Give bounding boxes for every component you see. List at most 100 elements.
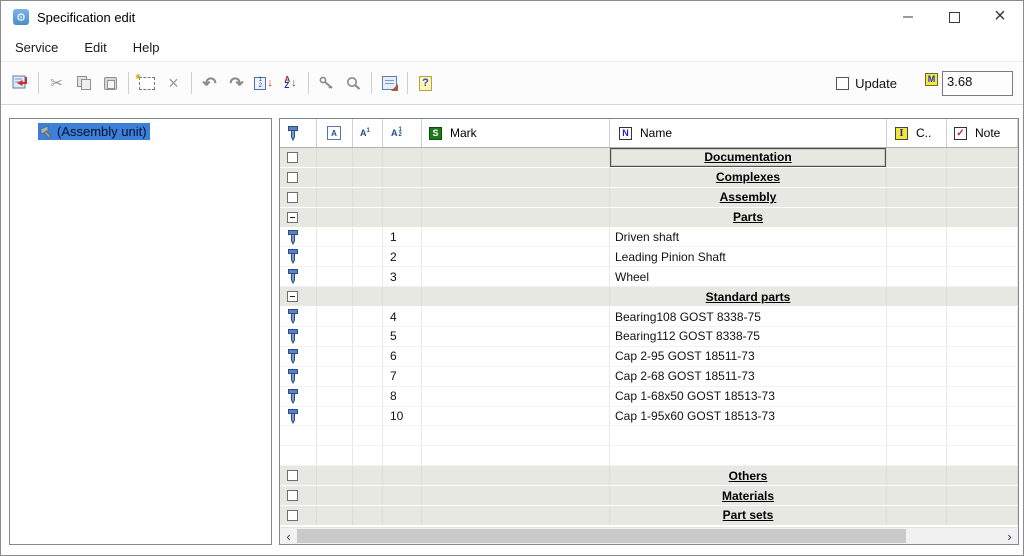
cell-a1 (353, 287, 383, 306)
minimize-button[interactable] (885, 1, 931, 33)
cell-pos (383, 188, 422, 207)
section-checkbox[interactable] (287, 470, 298, 481)
menu-service[interactable]: Service (11, 37, 62, 58)
edit-layout-button[interactable] (7, 70, 34, 96)
cut-button[interactable]: ✂ (43, 70, 70, 96)
delete-button[interactable]: × (160, 70, 187, 96)
undo-button[interactable]: ↶ (196, 70, 223, 96)
column-header-format[interactable]: A (317, 119, 353, 147)
renumber-positions-button[interactable]: 12↓ (250, 70, 277, 96)
scroll-left-arrow-icon[interactable]: ‹ (280, 528, 297, 544)
maximize-icon (949, 12, 960, 23)
column-header-name[interactable]: N Name (610, 119, 887, 147)
table-row[interactable]: 4Bearing108 GOST 8338-75 (280, 307, 1018, 327)
cell-a (317, 208, 353, 227)
section-title: Complexes (716, 170, 780, 184)
cell-c (887, 287, 947, 306)
mass-field[interactable]: 3.68 (942, 71, 1013, 96)
mark-s-icon: S (429, 127, 442, 140)
cell-mark (422, 188, 610, 207)
redo-button[interactable]: ↷ (223, 70, 250, 96)
new-object-button[interactable] (133, 70, 160, 96)
table-row[interactable]: 3Wheel (280, 267, 1018, 287)
sort-az-button[interactable]: AZ↓ (277, 70, 304, 96)
toolbar-right: Update M 3.68 (836, 71, 1021, 96)
cell-obj (280, 387, 317, 406)
column-header-zone[interactable]: A1 (353, 119, 383, 147)
table-row[interactable]: Assembly (280, 188, 1018, 208)
cell-note (947, 486, 1018, 505)
maximize-button[interactable] (931, 1, 977, 33)
table-row[interactable]: 10Cap 1-95x60 GOST 18513-73 (280, 407, 1018, 427)
assembly-icon (39, 125, 55, 139)
table-row[interactable]: Documentation (280, 148, 1018, 168)
table-row[interactable]: 6Cap 2-95 GOST 18511-73 (280, 347, 1018, 367)
table-row[interactable]: 2Leading Pinion Shaft (280, 247, 1018, 267)
properties-button[interactable] (376, 70, 403, 96)
zoom-button[interactable] (340, 70, 367, 96)
close-button[interactable]: × (977, 1, 1023, 33)
cell-obj (280, 466, 317, 485)
cell-c (887, 506, 947, 525)
column-header-position[interactable]: A12 (383, 119, 422, 147)
table-row[interactable]: 5Bearing112 GOST 8338-75 (280, 327, 1018, 347)
column-header-object[interactable] (280, 119, 317, 147)
menu-help[interactable]: Help (129, 37, 164, 58)
scrollbar-thumb[interactable] (297, 529, 906, 543)
cell-a (317, 407, 353, 426)
cell-note (947, 347, 1018, 366)
cell-mark (422, 228, 610, 247)
section-checkbox[interactable] (287, 510, 298, 521)
paste-button[interactable] (97, 70, 124, 96)
table-row[interactable]: Part sets (280, 506, 1018, 526)
properties-icon (382, 76, 397, 90)
menu-edit[interactable]: Edit (80, 37, 110, 58)
key-button[interactable] (313, 70, 340, 96)
cell-mark (422, 287, 610, 306)
cell-a1 (353, 267, 383, 286)
section-checkbox[interactable] (287, 490, 298, 501)
table-row[interactable]: Complexes (280, 168, 1018, 188)
cell-a1 (353, 426, 383, 445)
cell-c (887, 188, 947, 207)
key-icon (319, 76, 334, 90)
update-checkbox[interactable] (836, 77, 849, 90)
table-row[interactable]: 7Cap 2-68 GOST 18511-73 (280, 367, 1018, 387)
cell-a (317, 367, 353, 386)
column-header-note[interactable]: ✓ Note (947, 119, 1018, 147)
cell-a1 (353, 506, 383, 525)
scroll-right-arrow-icon[interactable]: › (1001, 528, 1018, 544)
table-row (280, 426, 1018, 446)
window-title: Specification edit (37, 10, 135, 25)
section-checkbox[interactable] (287, 172, 298, 183)
section-checkbox[interactable] (287, 152, 298, 163)
cell-a1 (353, 486, 383, 505)
help-button[interactable]: ? (412, 70, 439, 96)
cell-pos (383, 506, 422, 525)
column-header-count[interactable]: I C.. (887, 119, 947, 147)
column-header-mark[interactable]: S Mark (422, 119, 610, 147)
table-row[interactable]: Parts (280, 208, 1018, 228)
section-title: Others (729, 469, 768, 483)
table-row[interactable]: 1Driven shaft (280, 228, 1018, 248)
cell-c (887, 387, 947, 406)
close-icon: × (994, 6, 1006, 26)
table-row[interactable]: Materials (280, 486, 1018, 506)
copy-button[interactable] (70, 70, 97, 96)
section-checkbox[interactable] (287, 192, 298, 203)
horizontal-scrollbar[interactable]: ‹ › (280, 527, 1018, 544)
table-row[interactable]: 8Cap 1-68x50 GOST 18513-73 (280, 387, 1018, 407)
tree-item-assembly-unit[interactable]: (Assembly unit) (38, 123, 150, 140)
collapse-toggle-icon[interactable] (287, 291, 298, 302)
cell-note (947, 247, 1018, 266)
bolt-icon (287, 249, 299, 264)
app-gear-icon: ⚙ (13, 9, 29, 25)
collapse-toggle-icon[interactable] (287, 212, 298, 223)
table-row[interactable]: Standard parts (280, 287, 1018, 307)
toolbar-separator (128, 72, 129, 94)
cell-mark (422, 247, 610, 266)
cell-c (887, 208, 947, 227)
table-row[interactable]: Others (280, 466, 1018, 486)
renumber-icon: 12↓ (254, 77, 273, 90)
tree-item-label: (Assembly unit) (57, 124, 147, 139)
